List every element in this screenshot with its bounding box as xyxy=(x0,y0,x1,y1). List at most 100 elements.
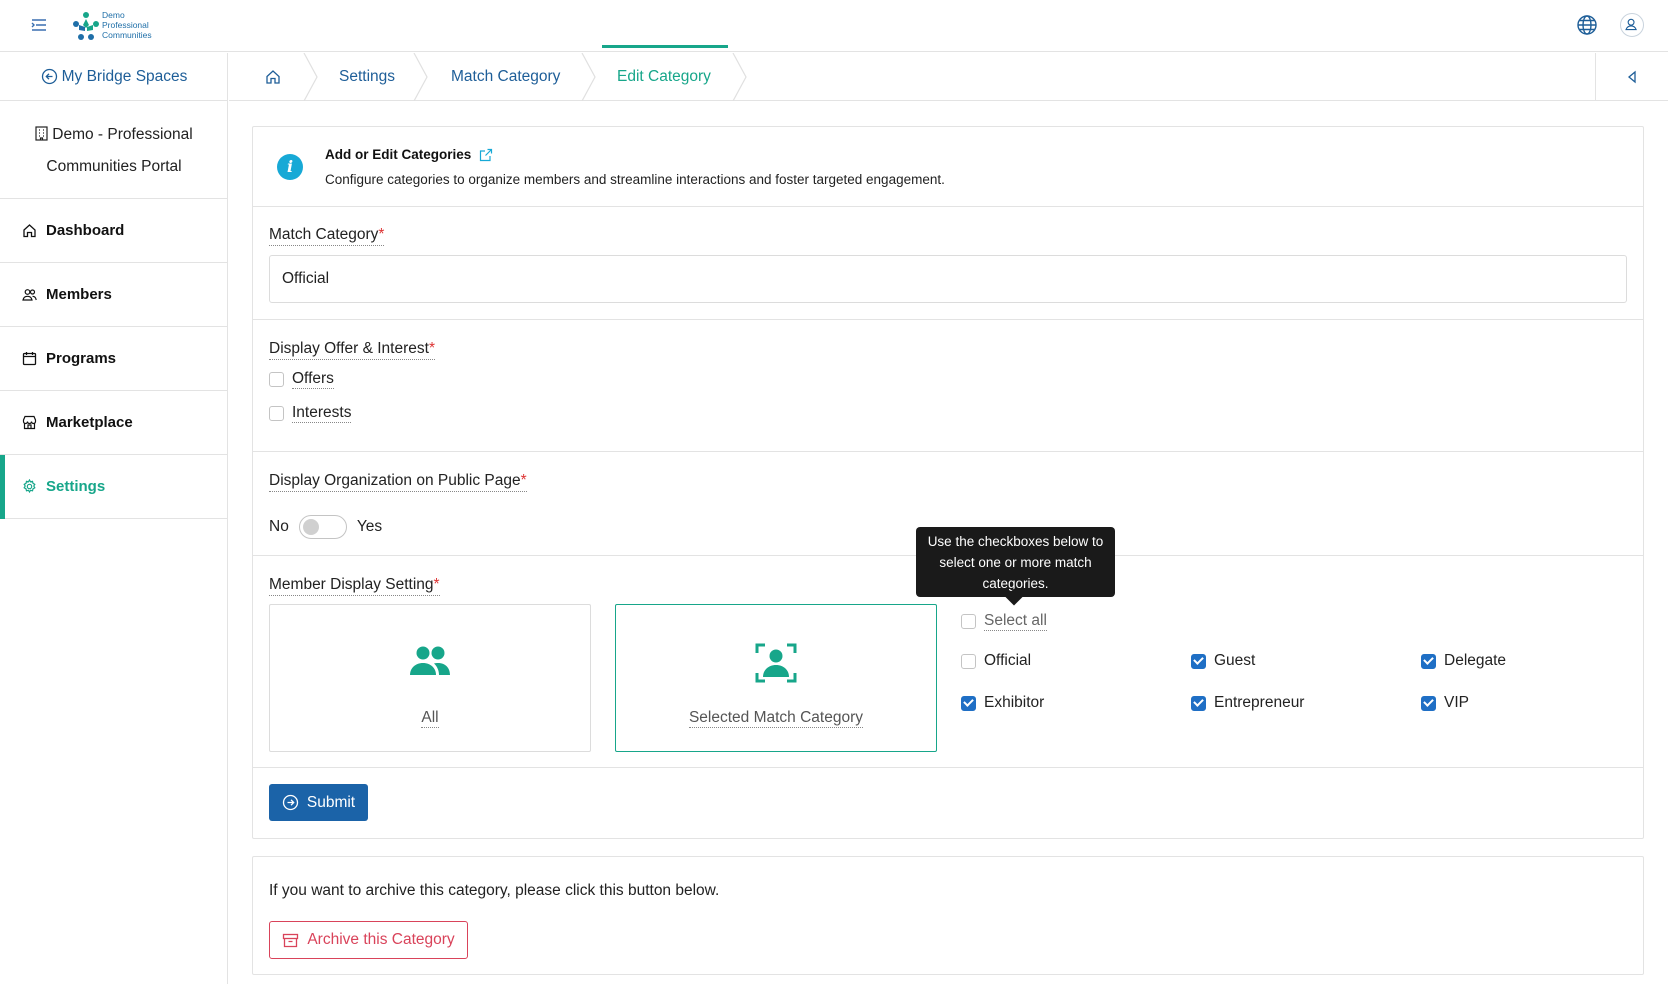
breadcrumb-separator xyxy=(413,53,428,101)
info-title-text: Add or Edit Categories xyxy=(325,147,472,162)
sidebar-item-label: Settings xyxy=(46,478,106,495)
display-option-selected-category[interactable]: Selected Match Category xyxy=(615,604,937,752)
member-display-label: Member Display Setting* xyxy=(269,576,440,596)
toggle-no-label: No xyxy=(269,518,289,535)
logo-text: Demo Professional Communities xyxy=(102,10,152,40)
sidebar-item-label: Dashboard xyxy=(46,222,125,239)
select-all-checkbox[interactable] xyxy=(961,614,976,629)
calendar-icon xyxy=(22,352,37,366)
sidebar-item-label: Marketplace xyxy=(46,414,133,431)
offers-checkbox[interactable] xyxy=(269,372,284,387)
offers-label: Offers xyxy=(292,370,334,389)
breadcrumb-separator xyxy=(732,53,747,101)
submit-label: Submit xyxy=(306,793,356,811)
interests-label: Interests xyxy=(292,404,352,423)
category-option-official[interactable]: Official xyxy=(961,652,1031,670)
breadcrumb-label: Match Category xyxy=(451,68,561,85)
archive-description: If you want to archive this category, pl… xyxy=(269,882,720,899)
vip-checkbox[interactable] xyxy=(1421,695,1436,711)
logo-line-3: Communities xyxy=(102,30,152,40)
globe-icon[interactable] xyxy=(1576,14,1598,36)
category-label: Delegate xyxy=(1444,652,1507,669)
category-label: VIP xyxy=(1444,694,1469,711)
label-text: Display Offer & Interest xyxy=(269,340,429,357)
external-link-icon[interactable] xyxy=(479,148,493,162)
breadcrumb-match-category[interactable]: Match Category xyxy=(451,53,560,101)
category-option-guest[interactable]: Guest xyxy=(1191,652,1255,670)
info-banner: i Add or Edit Categories Configure categ… xyxy=(253,127,1643,207)
top-bar: Demo Professional Communities xyxy=(0,0,1668,52)
sidebar-item-label: Members xyxy=(46,286,112,303)
sidebar-item-programs[interactable]: Programs xyxy=(0,327,228,391)
required-mark: * xyxy=(520,472,527,489)
label-text: Member Display Setting xyxy=(269,576,434,593)
breadcrumb-home[interactable] xyxy=(265,53,281,101)
breadcrumb-separator xyxy=(303,53,318,101)
match-category-input[interactable] xyxy=(269,255,1627,303)
category-option-exhibitor[interactable]: Exhibitor xyxy=(961,694,1044,712)
display-option-all[interactable]: All xyxy=(269,604,591,752)
sidebar-item-dashboard[interactable]: Dashboard xyxy=(0,199,228,263)
archive-icon xyxy=(283,933,299,947)
building-icon xyxy=(35,126,48,141)
display-option-selected-label: Selected Match Category xyxy=(688,709,864,728)
info-icon: i xyxy=(277,154,303,180)
submit-button[interactable]: Submit xyxy=(269,784,368,821)
category-option-delegate[interactable]: Delegate xyxy=(1421,652,1506,670)
active-tab-indicator xyxy=(602,45,728,48)
app-logo[interactable]: Demo Professional Communities xyxy=(70,8,160,44)
select-all-option[interactable]: Select all xyxy=(961,612,1047,631)
display-option-all-label: All xyxy=(421,709,439,728)
submit-section: Submit xyxy=(253,768,1643,838)
toggle-yes-label: Yes xyxy=(356,518,383,535)
required-mark: * xyxy=(428,340,435,357)
archive-category-button[interactable]: Archive this Category xyxy=(269,921,468,959)
exhibitor-checkbox[interactable] xyxy=(961,695,976,711)
arrow-left-circle-icon xyxy=(41,68,57,85)
breadcrumb-settings[interactable]: Settings xyxy=(339,53,395,101)
menu-icon[interactable] xyxy=(30,16,48,34)
user-icon[interactable] xyxy=(1620,13,1644,37)
members-icon xyxy=(22,289,37,301)
interests-checkbox[interactable] xyxy=(269,406,284,421)
sidebar-item-marketplace[interactable]: Marketplace xyxy=(0,391,228,455)
sidebar-item-settings[interactable]: Settings xyxy=(0,455,228,519)
select-categories-tooltip: Use the checkboxes below to select one o… xyxy=(916,527,1115,597)
guest-checkbox[interactable] xyxy=(1191,653,1206,669)
edit-category-form: i Add or Edit Categories Configure categ… xyxy=(252,126,1644,839)
logo-line-2: Professional xyxy=(102,20,149,30)
arrow-right-circle-icon xyxy=(282,794,299,811)
match-category-label: Match Category* xyxy=(269,226,385,246)
info-description: Configure categories to organize members… xyxy=(325,172,945,187)
offer-interest-label: Display Offer & Interest* xyxy=(269,340,435,360)
sidebar-item-members[interactable]: Members xyxy=(0,263,228,327)
sidebar: My Bridge Spaces Demo - Professional Com… xyxy=(0,53,228,984)
label-text: Match Category xyxy=(269,226,379,243)
category-label: Exhibitor xyxy=(984,694,1045,711)
info-title: Add or Edit Categories xyxy=(325,147,493,162)
category-option-vip[interactable]: VIP xyxy=(1421,694,1469,712)
interests-option[interactable]: Interests xyxy=(269,404,352,423)
entrepreneur-checkbox[interactable] xyxy=(1191,695,1206,711)
offers-option[interactable]: Offers xyxy=(269,370,334,389)
gear-icon xyxy=(23,479,36,494)
collapse-panel-button[interactable] xyxy=(1595,53,1668,101)
delegate-checkbox[interactable] xyxy=(1421,653,1436,669)
official-checkbox[interactable] xyxy=(961,653,976,669)
breadcrumb: Settings Match Category Edit Category xyxy=(229,53,1668,101)
offer-interest-section: Display Offer & Interest* Offers Interes… xyxy=(253,320,1643,452)
chevron-left-icon xyxy=(1627,70,1636,84)
org-public-label: Display Organization on Public Page* xyxy=(269,472,527,492)
back-link-label: My Bridge Spaces xyxy=(61,67,188,85)
select-all-label: Select all xyxy=(984,612,1047,631)
breadcrumb-edit-category[interactable]: Edit Category xyxy=(617,53,711,101)
sidebar-item-label: Programs xyxy=(46,350,117,367)
category-label: Entrepreneur xyxy=(1214,694,1305,711)
back-to-spaces-link[interactable]: My Bridge Spaces xyxy=(0,53,228,101)
required-mark: * xyxy=(378,226,385,243)
logo-line-1: Demo xyxy=(102,10,125,20)
category-option-entrepreneur[interactable]: Entrepreneur xyxy=(1191,694,1304,712)
category-label: Official xyxy=(984,652,1032,669)
category-label: Guest xyxy=(1214,652,1256,669)
org-public-toggle[interactable] xyxy=(298,515,347,539)
